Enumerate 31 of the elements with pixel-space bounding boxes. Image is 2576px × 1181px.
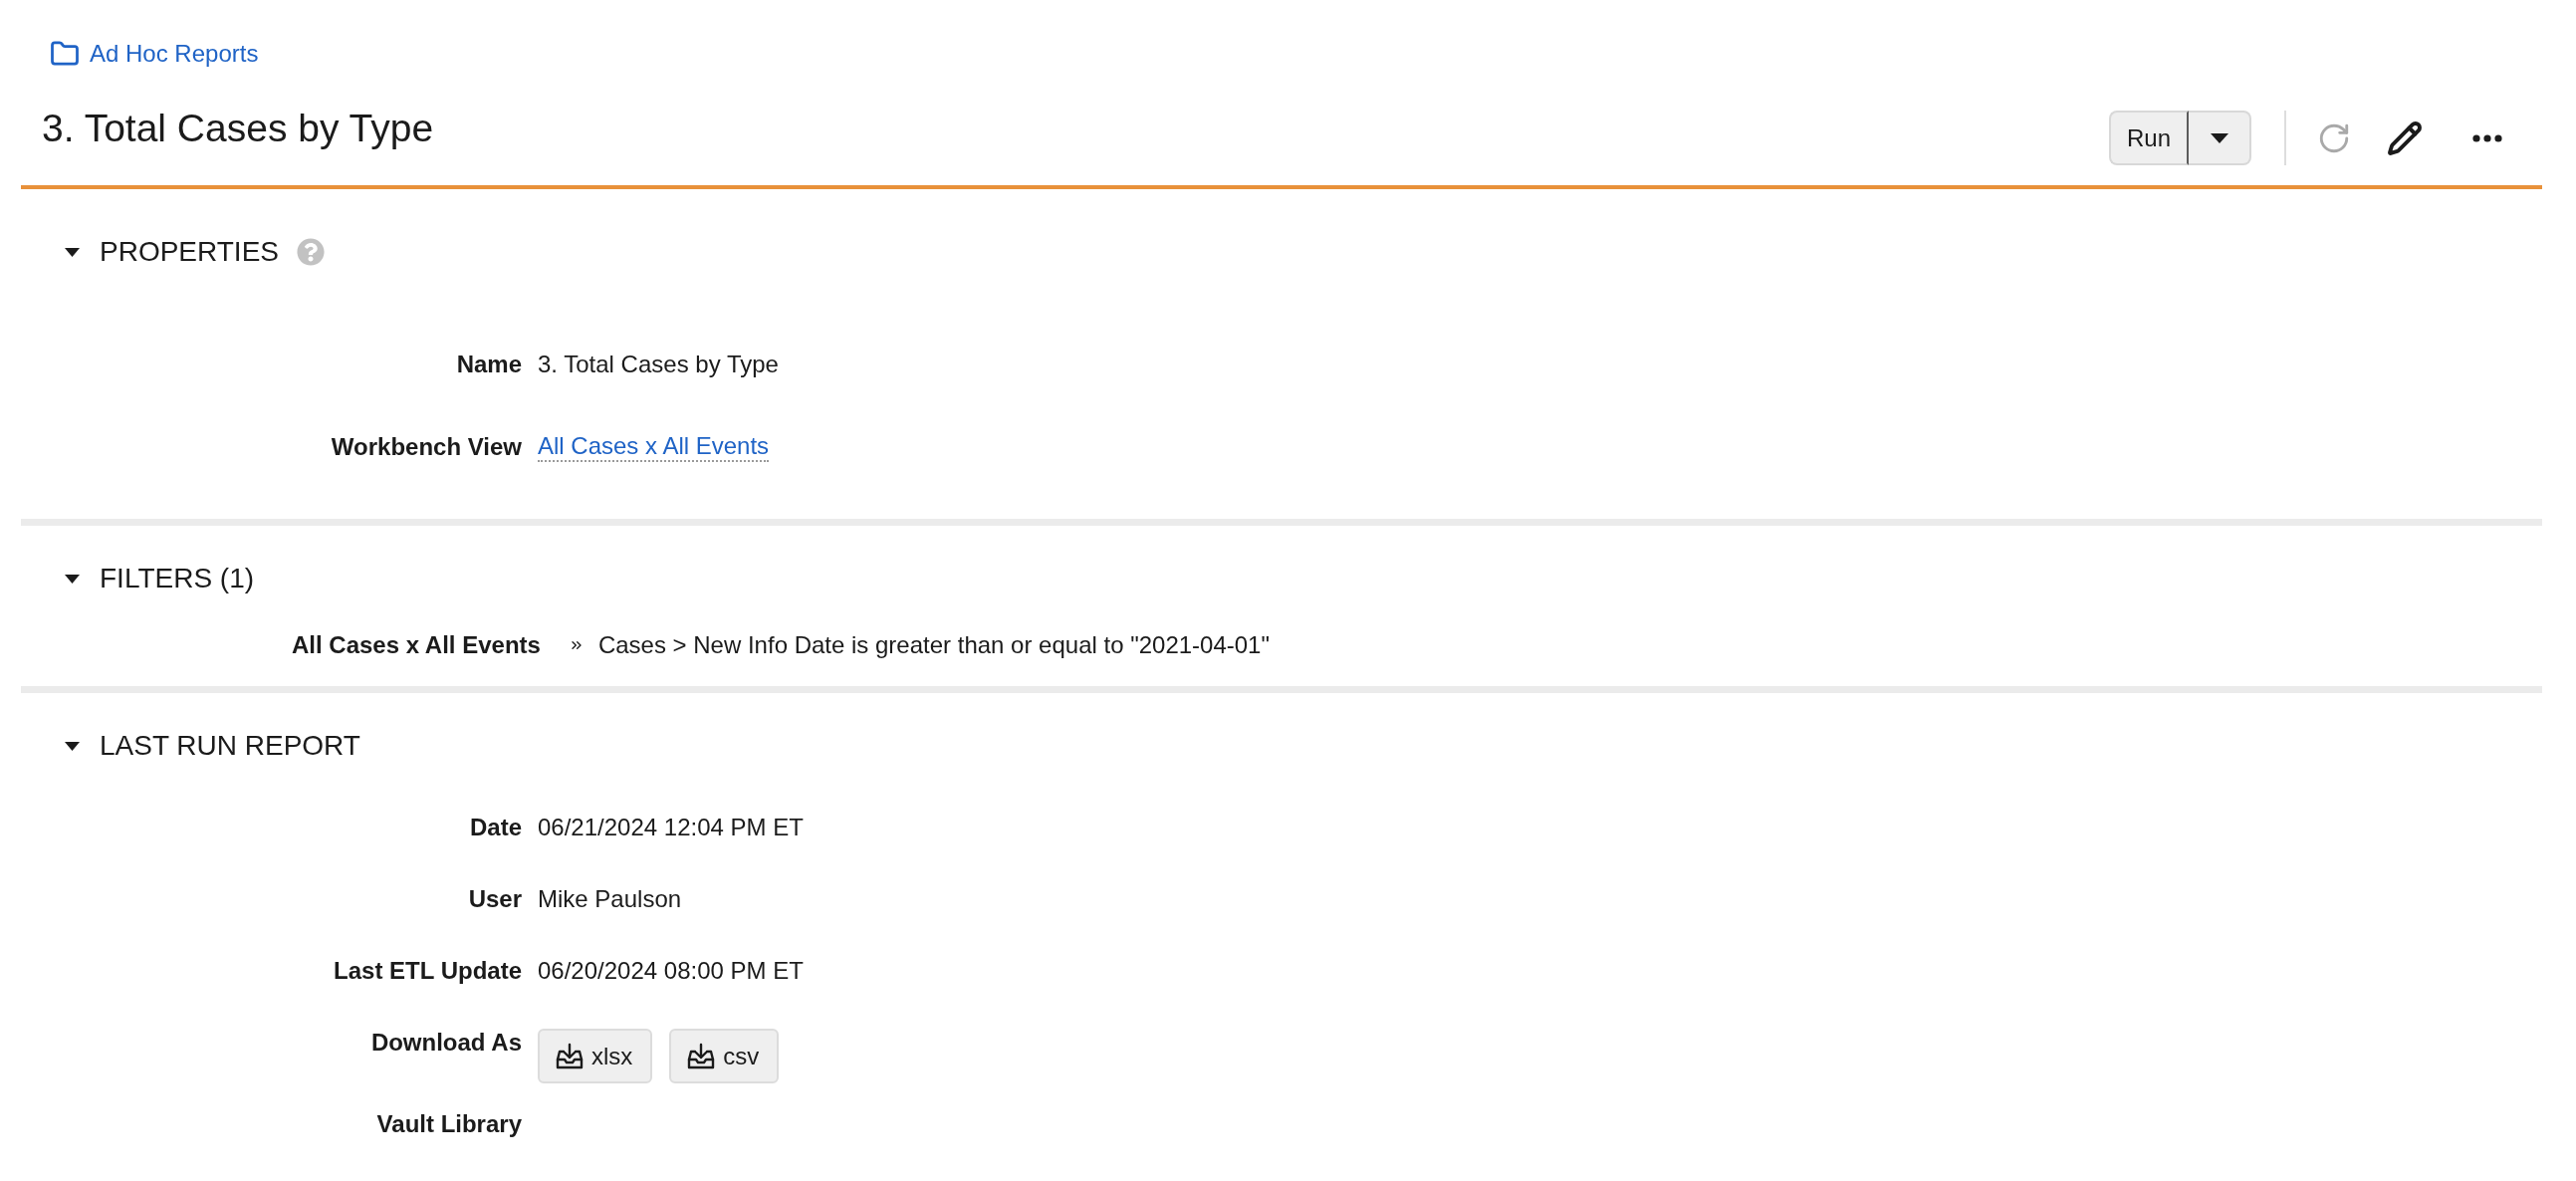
field-value: 3. Total Cases by Type <box>538 350 779 379</box>
caret-icon <box>2210 132 2228 143</box>
field-link[interactable]: All Cases x All Events <box>538 432 770 462</box>
field-label: Workbench View <box>330 432 522 462</box>
caret-icon[interactable] <box>65 741 80 751</box>
run-button[interactable]: Run <box>2108 111 2189 165</box>
caret-icon[interactable] <box>65 574 80 584</box>
download-button[interactable]: xlsx <box>538 1029 653 1083</box>
breadcrumb-link[interactable]: Ad Hoc Reports <box>50 39 259 69</box>
field-label: Vault Library <box>375 1109 522 1139</box>
section-title: LAST RUN REPORT <box>100 730 360 762</box>
field-value: Mike Paulson <box>538 884 682 914</box>
run-menu-button[interactable] <box>2189 111 2251 165</box>
field-label: User <box>467 884 522 914</box>
section-title: PROPERTIES <box>100 236 279 268</box>
download-icon <box>687 1043 716 1069</box>
download-icon <box>556 1043 584 1069</box>
more-icon[interactable] <box>2472 133 2502 142</box>
caret-icon[interactable] <box>65 247 80 257</box>
section-title: FILTERS (1) <box>100 563 255 594</box>
field-value: 06/21/2024 12:04 PM ET <box>538 813 804 842</box>
download-button[interactable]: csv <box>669 1029 780 1083</box>
field-label: Name <box>455 350 522 379</box>
pencil-icon[interactable] <box>2387 119 2423 156</box>
filter-condition: Cases > New Info Date is greater than or equal to "2021-04-01" <box>597 630 1270 660</box>
field-label: Date <box>468 813 522 842</box>
page-title: 3. Total Cases by Type <box>42 106 434 151</box>
filter-source: All Cases x All Events <box>292 630 541 660</box>
field-label: Last ETL Update <box>333 956 522 986</box>
field-label: Download As <box>369 1028 522 1058</box>
field-value: 06/20/2024 08:00 PM ET <box>538 956 804 986</box>
